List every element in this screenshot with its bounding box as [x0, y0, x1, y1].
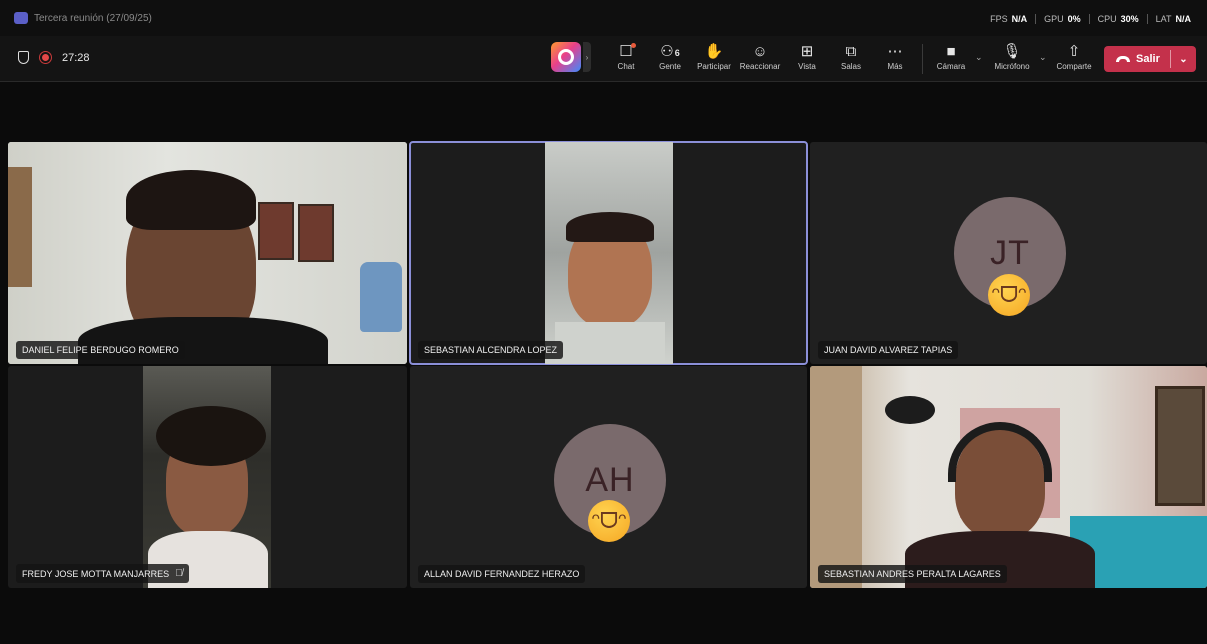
- raise-hand-button[interactable]: ✋ Participar: [694, 42, 734, 78]
- fps-label: FPS: [990, 14, 1008, 24]
- more-icon: ⋯: [887, 43, 903, 60]
- leave-label: Salir: [1136, 53, 1160, 65]
- door-frame: [8, 167, 32, 287]
- leave-button[interactable]: Salir ⌄: [1104, 46, 1196, 72]
- laughing-emoji-icon: ᵔᗜᵔ: [588, 500, 630, 542]
- raise-hand-label: Participar: [697, 62, 731, 71]
- hair: [126, 170, 256, 230]
- smile-icon: ☺: [752, 43, 768, 60]
- chevron-right-icon[interactable]: ›: [583, 42, 591, 72]
- share-icon: ⇧: [1067, 43, 1081, 60]
- hand-icon: ✋: [704, 43, 724, 60]
- rooms-label: Salas: [840, 62, 861, 71]
- copilot-icon: [551, 42, 581, 72]
- share-label: Comparte: [1056, 62, 1092, 71]
- view-button[interactable]: ⊞ Vista: [794, 42, 820, 78]
- leave-options-chevron-icon[interactable]: ⌄: [1171, 54, 1196, 65]
- leave-main[interactable]: Salir: [1104, 46, 1170, 72]
- shirt: [555, 322, 665, 364]
- copilot-button[interactable]: ›: [551, 40, 595, 74]
- participant-name: JUAN DAVID ALVAREZ TAPIAS: [824, 345, 953, 355]
- hair: [566, 212, 654, 242]
- react-button[interactable]: ☺ Reaccionar: [738, 42, 782, 78]
- participant-name-tag: ALLAN DAVID FERNANDEZ HERAZO: [418, 565, 586, 583]
- participant-tile[interactable]: JT ᵔᗜᵔ JUAN DAVID ALVAREZ TAPIAS: [810, 142, 1207, 364]
- laughing-emoji-icon: ᵔᗜᵔ: [988, 274, 1030, 316]
- people-label: Gente: [659, 62, 681, 71]
- people-icon: ⚇6: [660, 43, 680, 60]
- chat-icon: ☐: [619, 42, 636, 62]
- camera-options-chevron-icon[interactable]: ⌄: [975, 52, 983, 63]
- more-button[interactable]: ⋯ Más: [882, 42, 908, 78]
- microphone-button[interactable]: 🎙 Micrófono: [990, 42, 1034, 78]
- avatar-initials: AH: [585, 460, 635, 499]
- participant-tile[interactable]: SEBASTIAN ANDRES PERALTA LAGARES: [810, 366, 1207, 588]
- microphone-label: Micrófono: [994, 62, 1030, 71]
- participant-name-tag: FREDY JOSE MOTTA MANJARRES 🎙̸: [16, 564, 189, 583]
- people-count: 6: [674, 48, 680, 58]
- mic-options-chevron-icon[interactable]: ⌄: [1039, 52, 1047, 63]
- participant-name: ALLAN DAVID FERNANDEZ HERAZO: [424, 569, 580, 579]
- teams-logo-icon: [14, 12, 28, 24]
- camera-button[interactable]: ■ Cámara: [934, 42, 968, 78]
- more-label: Más: [887, 62, 903, 71]
- meeting-status: 27:28: [18, 51, 90, 64]
- react-label: Reaccionar: [739, 62, 781, 71]
- rooms-button[interactable]: ⧉ Salas: [838, 42, 864, 78]
- camera-label: Cámara: [936, 62, 966, 71]
- wall-frame: [258, 202, 294, 260]
- teams-meeting-window: Tercera reunión (27/09/25) FPS N/A GPU 0% …: [0, 0, 1207, 644]
- phone-hangup-icon: [1116, 56, 1130, 62]
- cpu-stat: CPU 30%: [1088, 14, 1147, 24]
- participant-name-tag: DANIEL FELIPE BERDUGO ROMERO: [16, 341, 185, 359]
- participant-name: SEBASTIAN ANDRES PERALTA LAGARES: [824, 569, 1001, 579]
- fps-stat: FPS N/A: [982, 14, 1035, 24]
- participant-name-tag: JUAN DAVID ALVAREZ TAPIAS: [818, 341, 959, 359]
- notification-dot: [630, 43, 636, 48]
- view-label: Vista: [798, 62, 816, 71]
- participant-name: FREDY JOSE MOTTA MANJARRES: [22, 568, 170, 579]
- chat-label: Chat: [617, 62, 635, 71]
- participant-tile[interactable]: SEBASTIAN ALCENDRA LOPEZ: [409, 141, 808, 365]
- cpu-value: 30%: [1120, 14, 1139, 24]
- meeting-timer: 27:28: [62, 51, 90, 64]
- chat-button[interactable]: ☐ Chat: [612, 42, 640, 78]
- participant-name-tag: SEBASTIAN ANDRES PERALTA LAGARES: [818, 565, 1007, 583]
- lat-value: N/A: [1175, 14, 1192, 24]
- curtain: [810, 366, 862, 588]
- performance-overlay: FPS N/A GPU 0% CPU 30% LAT N/A: [982, 14, 1199, 24]
- avatar-initials: JT: [990, 233, 1030, 272]
- recording-icon[interactable]: [39, 51, 52, 64]
- share-button[interactable]: ⇧ Comparte: [1054, 42, 1094, 78]
- microphone-icon: 🎙: [1002, 43, 1022, 60]
- participant-tile[interactable]: FREDY JOSE MOTTA MANJARRES 🎙̸: [8, 366, 407, 588]
- cpu-label: CPU: [1097, 14, 1117, 24]
- lat-label: LAT: [1155, 14, 1172, 24]
- people-button[interactable]: ⚇6 Gente: [655, 42, 685, 78]
- wall-fan: [885, 396, 935, 424]
- gpu-value: 0%: [1067, 14, 1081, 24]
- participant-name: SEBASTIAN ALCENDRA LOPEZ: [424, 345, 558, 355]
- toolbar-divider: [922, 44, 923, 74]
- participant-name: DANIEL FELIPE BERDUGO ROMERO: [22, 345, 179, 355]
- participant-tile[interactable]: DANIEL FELIPE BERDUGO ROMERO: [8, 142, 407, 364]
- participant-tile[interactable]: AH ᵔᗜᵔ ALLAN DAVID FERNANDEZ HERAZO: [410, 366, 807, 588]
- camera-icon: ■: [946, 43, 956, 60]
- participant-name-tag: SEBASTIAN ALCENDRA LOPEZ: [418, 341, 564, 359]
- wall-frame: [298, 204, 334, 262]
- mic-muted-icon: 🎙̸: [175, 568, 183, 579]
- wall-painting: [1155, 386, 1205, 506]
- hair: [156, 406, 266, 466]
- title-bar: Tercera reunión (27/09/25) FPS N/A GPU 0% …: [0, 0, 1207, 36]
- window-title: Tercera reunión (27/09/25): [34, 12, 152, 24]
- water-jug: [360, 262, 402, 332]
- gpu-stat: GPU 0%: [1035, 14, 1089, 24]
- fps-value: N/A: [1011, 14, 1028, 24]
- shield-icon[interactable]: [18, 51, 29, 64]
- gpu-label: GPU: [1044, 14, 1064, 24]
- lat-stat: LAT N/A: [1146, 14, 1199, 24]
- rooms-icon: ⧉: [845, 43, 857, 60]
- grid-icon: ⊞: [800, 43, 814, 60]
